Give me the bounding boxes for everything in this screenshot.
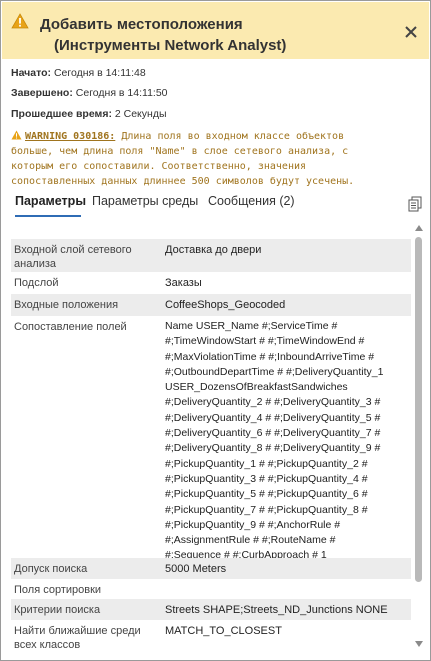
table-row: Критерии поиска Streets SHAPE;Streets_ND… xyxy=(11,599,411,620)
field-mapping-line: #;MaxViolationTime # #;InboundArriveTime… xyxy=(165,350,375,363)
elapsed-time-label: Прошедшее время: xyxy=(11,108,112,120)
param-label: Сопоставление полей xyxy=(14,321,127,333)
field-mapping-line: #;OutboundDepartTime # #;DeliveryQuantit… xyxy=(165,365,384,378)
tab-environments[interactable]: Параметры среды xyxy=(92,194,198,208)
tab-parameters[interactable]: Параметры xyxy=(15,194,86,208)
table-row: Входные положения CoffeeShops_Geocoded xyxy=(11,294,411,316)
param-value: Доставка до двери xyxy=(165,244,262,256)
warning-text-line1: Длина поля во входном классе объектов xyxy=(121,131,345,142)
geoprocessing-details-window: Добавить местоположения (Инструменты Net… xyxy=(0,0,431,661)
field-mapping-line: Name USER_Name #;ServiceTime # xyxy=(165,320,338,332)
param-value: Streets SHAPE;Streets_ND_Junctions NONE xyxy=(165,604,388,616)
end-time-value: Сегодня в 14:11:50 xyxy=(75,87,168,99)
param-label: Допуск поиска xyxy=(14,563,88,575)
table-row: Подслой Заказы xyxy=(11,272,411,294)
field-mapping-line: #;DeliveryQuantity_8 # #;DeliveryQuantit… xyxy=(165,442,381,455)
table-row: Найти ближайшие среди всех классов MATCH… xyxy=(11,620,411,657)
tool-title: Добавить местоположения xyxy=(40,16,243,33)
end-time-label: Завершено: xyxy=(11,87,73,99)
scroll-up-arrow-icon[interactable] xyxy=(415,225,423,231)
param-label: Входной слой сетевого анализа xyxy=(14,244,132,270)
start-time-value: Сегодня в 14:11:48 xyxy=(53,67,146,79)
end-time: Завершено: Сегодня в 14:11:50 xyxy=(11,87,168,99)
table-row: Допуск поиска 5000 Meters xyxy=(11,558,411,579)
param-label: Подслой xyxy=(14,277,59,289)
close-icon[interactable] xyxy=(404,25,418,39)
scrollbar-thumb[interactable] xyxy=(415,237,422,582)
field-mapping-line: #;PickupQuantity_5 # #;PickupQuantity_6 … xyxy=(165,488,368,501)
field-mapping-line: #;DeliveryQuantity_2 # #;DeliveryQuantit… xyxy=(165,396,381,409)
field-mapping-value: Name USER_Name #;ServiceTime # #;TimeWin… xyxy=(165,319,405,564)
table-row: Сопоставление полей Name USER_Name #;Ser… xyxy=(11,316,411,561)
field-mapping-line: USER_DozensOfBreakfastSandwiches xyxy=(165,381,348,394)
table-row: Входной слой сетевого анализа Доставка д… xyxy=(11,239,411,272)
vertical-scrollbar[interactable] xyxy=(413,223,425,651)
warning-triangle-icon xyxy=(11,13,29,29)
table-row: Поля сортировки xyxy=(11,579,411,599)
start-time-label: Начато: xyxy=(11,67,52,79)
copy-icon[interactable] xyxy=(407,196,423,212)
param-label: Найти ближайшие среди всех классов xyxy=(14,625,141,651)
param-value: Заказы xyxy=(165,277,202,289)
param-value: MATCH_TO_CLOSEST xyxy=(165,625,282,637)
field-mapping-line: #;PickupQuantity_3 # #;PickupQuantity_4 … xyxy=(165,472,368,485)
param-label: Поля сортировки xyxy=(14,584,102,596)
scroll-down-arrow-icon[interactable] xyxy=(415,641,423,647)
param-value: 5000 Meters xyxy=(165,563,227,575)
start-time: Начато: Сегодня в 14:11:48 xyxy=(11,67,146,79)
field-mapping-line: #;DeliveryQuantity_6 # #;DeliveryQuantit… xyxy=(165,427,381,440)
field-mapping-line: #;PickupQuantity_7 # #;PickupQuantity_8 … xyxy=(165,503,368,516)
tool-subtitle: (Инструменты Network Analyst) xyxy=(54,37,287,54)
warning-text-line4: сопоставленных данных длиннее 500 символ… xyxy=(11,176,355,187)
field-mapping-line: #;PickupQuantity_9 # #;AnchorRule # xyxy=(165,518,341,531)
field-mapping-line: #;AssignmentRule # #;RouteName # xyxy=(165,534,336,547)
active-tab-indicator xyxy=(15,215,81,217)
field-mapping-line: #;TimeWindowStart # #;TimeWindowEnd # xyxy=(165,335,365,348)
tab-messages[interactable]: Сообщения (2) xyxy=(208,194,295,208)
warning-text-line2: больше, чем длина поля "Name" в слое сет… xyxy=(11,146,349,157)
param-label: Входные положения xyxy=(14,299,119,311)
warning-message: WARNING 030186: Длина поля во входном кл… xyxy=(11,129,421,189)
parameters-table: Входной слой сетевого анализа Доставка д… xyxy=(11,239,411,657)
field-mapping-line: #;PickupQuantity_1 # #;PickupQuantity_2 … xyxy=(165,457,368,470)
param-value: CoffeeShops_Geocoded xyxy=(165,299,286,311)
elapsed-time-value: 2 Секунды xyxy=(114,108,167,120)
warning-small-icon xyxy=(11,130,22,140)
warning-code-link[interactable]: WARNING 030186: xyxy=(25,131,115,142)
param-label: Критерии поиска xyxy=(14,604,101,616)
warning-text-line3: которым его сопоставили. Соответственно,… xyxy=(11,161,307,172)
warning-banner: Добавить местоположения (Инструменты Net… xyxy=(2,2,429,59)
field-mapping-line: #;DeliveryQuantity_4 # #;DeliveryQuantit… xyxy=(165,411,381,424)
elapsed-time: Прошедшее время: 2 Секунды xyxy=(11,108,167,120)
